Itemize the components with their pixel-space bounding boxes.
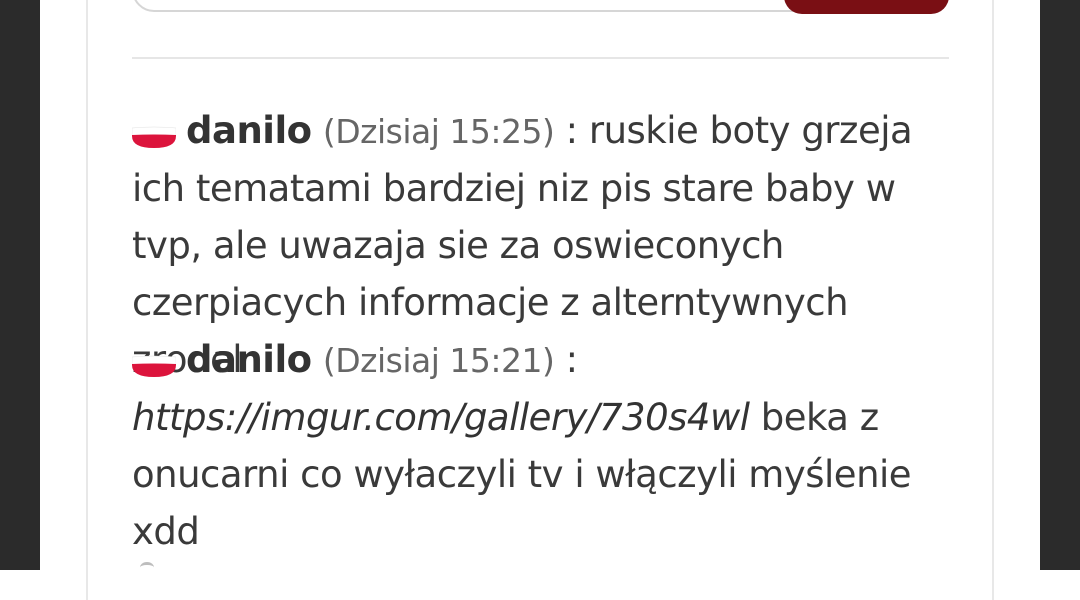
message-timestamp: (Dzisiaj 15:21) — [322, 341, 555, 380]
poland-flag-icon — [132, 122, 176, 148]
chat-message: danilo (Dzisiaj 15:21) : https://imgur.co… — [132, 331, 952, 560]
message-separator: : — [554, 338, 578, 381]
message-author[interactable]: danilo — [186, 338, 312, 381]
chat-message-input[interactable] — [132, 0, 832, 12]
right-screen-edge — [1040, 0, 1080, 570]
send-button[interactable] — [784, 0, 949, 14]
message-author[interactable]: danilo — [186, 109, 312, 152]
poland-flag-icon — [132, 351, 176, 377]
left-screen-edge — [0, 0, 40, 570]
message-timestamp: (Dzisiaj 15:25) — [322, 112, 555, 151]
message-link[interactable]: https://imgur.com/gallery/730s4wl — [132, 396, 750, 439]
message-separator: : — [554, 109, 589, 152]
divider — [132, 57, 949, 59]
